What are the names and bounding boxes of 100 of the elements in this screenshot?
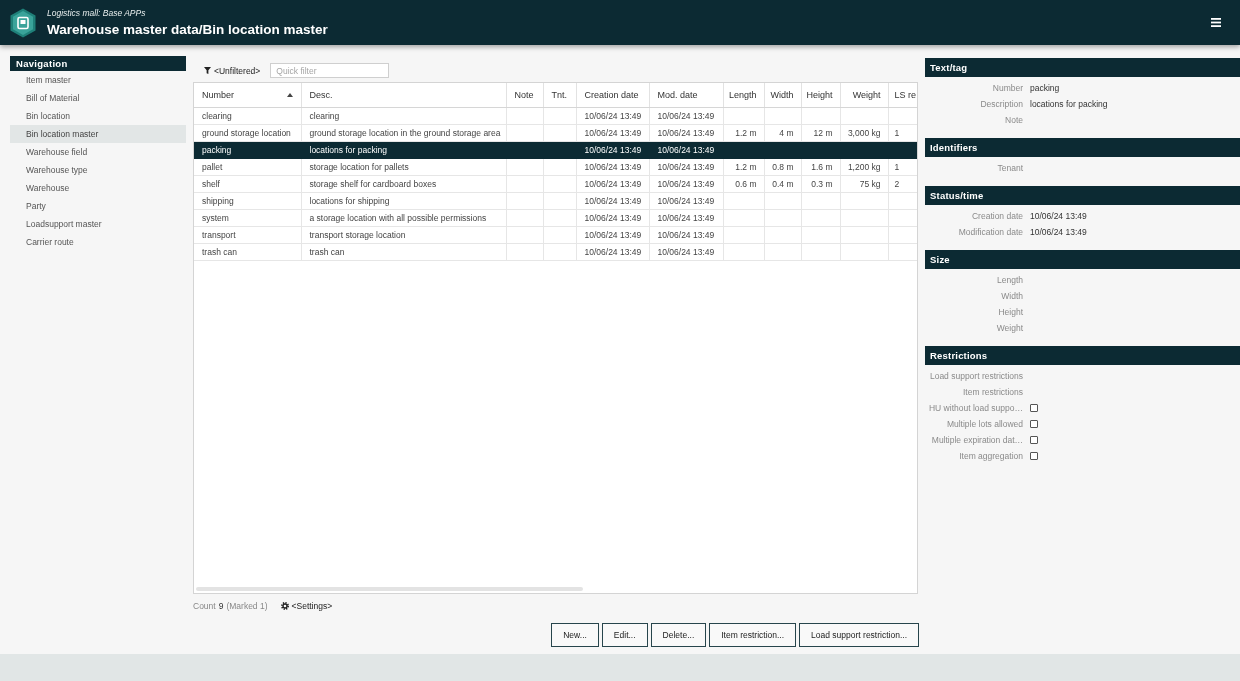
action-button[interactable]: New... [551, 623, 599, 647]
checkbox[interactable] [1030, 404, 1038, 412]
table-cell: 10/06/24 13:49 [649, 107, 723, 125]
checkbox[interactable] [1030, 436, 1038, 444]
table-cell: 10/06/24 13:49 [649, 175, 723, 193]
page-title: Warehouse master data/Bin location master [47, 20, 328, 38]
nav-item[interactable]: Bin location master [10, 125, 186, 143]
count-value: 9 [218, 601, 224, 611]
quick-filter-field[interactable]: Quick filter [270, 63, 390, 78]
table-cell: 10/06/24 13:49 [649, 158, 723, 176]
column-header[interactable]: Note [506, 83, 543, 108]
table-row[interactable]: system a storage location with all possible permissions 10/06/24 13:49 10/06/24 13:49 [194, 209, 917, 227]
table-cell: ground storage location [194, 124, 301, 142]
field-value: 10/06/24 13:49 [1030, 211, 1087, 221]
table-cell: 0.3 m [801, 175, 840, 193]
nav-item[interactable]: Carrier route [10, 233, 186, 251]
field-label: Note [1004, 115, 1023, 125]
column-header[interactable]: Width [764, 83, 801, 108]
table-cell: a storage location with all possible permissions [301, 209, 506, 227]
table-cell: 10/06/24 13:49 [649, 209, 723, 227]
field-label: Weight [995, 323, 1023, 333]
checkbox[interactable] [1030, 452, 1038, 460]
table-cell: shelf [194, 175, 301, 193]
table-row[interactable]: shipping locations for shipping 10/06/24 13:49 10/06/24 13:49 [194, 192, 917, 210]
nav-item[interactable]: Bill of Material [10, 89, 186, 107]
table-row[interactable]: packing locations for packing 10/06/24 13:49 10/06/24 13:49 [194, 141, 917, 159]
column-header[interactable]: Weight [840, 83, 888, 108]
field-value: packing [1030, 83, 1060, 93]
table-cell: 10/06/24 13:49 [576, 226, 649, 244]
table-row[interactable]: trash can trash can 10/06/24 13:49 10/06/24 13:49 [194, 243, 917, 261]
nav-item[interactable]: Loadsupport master [10, 215, 186, 233]
table-row[interactable]: clearing clearing 10/06/24 13:49 10/06/24 13:49 [194, 107, 917, 125]
nav-item[interactable]: Bin location [10, 107, 186, 125]
action-button[interactable]: Load support restriction... [799, 623, 919, 647]
nav-item[interactable]: Warehouse type [10, 161, 186, 179]
table-cell: 1,200 kg [840, 158, 888, 176]
column-header[interactable]: Length [723, 83, 764, 108]
action-button[interactable]: Item restriction... [709, 623, 797, 647]
menu-icon[interactable] [1211, 18, 1221, 27]
table-row[interactable]: transport transport storage location 10/06/24 13:49 10/06/24 13:49 [194, 226, 917, 244]
filter-button[interactable]: <Unfiltered> [204, 65, 261, 76]
table-cell: 2 [888, 175, 917, 193]
table-cell: 10/06/24 13:49 [649, 243, 723, 261]
table-cell: 1.2 m [723, 158, 764, 176]
column-header[interactable]: Desc. [301, 83, 506, 108]
hexagon-logo-icon [10, 7, 36, 38]
field-label: Multiple expiration dat… [930, 435, 1023, 445]
action-button[interactable]: Delete... [650, 623, 707, 647]
column-header[interactable]: Tnt. [543, 83, 576, 108]
navigation-heading: Navigation [10, 56, 186, 71]
table-cell: 3,000 kg [840, 124, 888, 142]
gear-icon [280, 602, 289, 610]
table-cell: clearing [301, 107, 506, 125]
table-cell: 1.2 m [723, 124, 764, 142]
count-label: Count [193, 601, 216, 611]
table-cell: trash can [194, 243, 301, 261]
table-cell: transport storage location [301, 226, 506, 244]
checkbox[interactable] [1030, 420, 1038, 428]
nav-item[interactable]: Warehouse field [10, 143, 186, 161]
nav-item[interactable]: Party [10, 197, 186, 215]
table-cell: system [194, 209, 301, 227]
column-header[interactable]: Height [801, 83, 840, 108]
funnel-icon [204, 67, 211, 74]
section-heading: Restrictions [925, 346, 1240, 365]
table-row[interactable]: pallet storage location for pallets 10/06/24 13:49 10/06/24 13:49 1.2 m 0.8 m 1.6 m 1,200 kg 1 [194, 158, 917, 176]
field-label: Item restrictions [962, 387, 1023, 397]
table-cell: pallet [194, 158, 301, 176]
table-cell: locations for shipping [301, 192, 506, 210]
section-heading: Size [925, 250, 1240, 269]
table-cell: storage shelf for cardboard boxes [301, 175, 506, 193]
table-cell: 10/06/24 13:49 [649, 192, 723, 210]
table-cell: shipping [194, 192, 301, 210]
field-label: Load support restrictions [928, 371, 1023, 381]
nav-item[interactable]: Warehouse [10, 179, 186, 197]
table-cell: 10/06/24 13:49 [576, 107, 649, 125]
table-cell: 12 m [801, 124, 840, 142]
nav-item[interactable]: Item master [10, 71, 186, 89]
column-header[interactable]: Mod. date [649, 83, 723, 108]
column-header[interactable]: Creation date [576, 83, 649, 108]
table-cell: 0.4 m [764, 175, 801, 193]
section-heading: Text/tag [925, 58, 1240, 77]
column-header[interactable]: LS re [888, 83, 917, 108]
table-row[interactable]: ground storage location ground storage location in the ground storage area 10/06/24 13:49 10/06/24 13:49 1.2 m 4 m 12 m 3,000 kg 1 [194, 124, 917, 142]
field-label: Number [991, 83, 1023, 93]
field-label: Length [996, 275, 1023, 285]
field-label: Height [997, 307, 1023, 317]
table-cell: 0.6 m [723, 175, 764, 193]
field-label: Multiple lots allowed [945, 419, 1023, 429]
settings-button[interactable]: <Settings> [280, 601, 333, 611]
field-label: Creation date [970, 211, 1023, 221]
action-button[interactable]: Edit... [601, 623, 648, 647]
table-cell: 4 m [764, 124, 801, 142]
column-header[interactable]: Number [194, 83, 301, 108]
table-cell: 10/06/24 13:49 [576, 192, 649, 210]
table-cell: 10/06/24 13:49 [576, 209, 649, 227]
field-value: locations for packing [1030, 99, 1108, 109]
table-row[interactable]: shelf storage shelf for cardboard boxes 10/06/24 13:49 10/06/24 13:49 0.6 m 0.4 m 0.3 m 75 kg 2 [194, 175, 917, 193]
table-cell: ground storage location in the ground storage area [301, 124, 506, 142]
field-label: Description [979, 99, 1023, 109]
field-value: 10/06/24 13:49 [1030, 227, 1087, 237]
